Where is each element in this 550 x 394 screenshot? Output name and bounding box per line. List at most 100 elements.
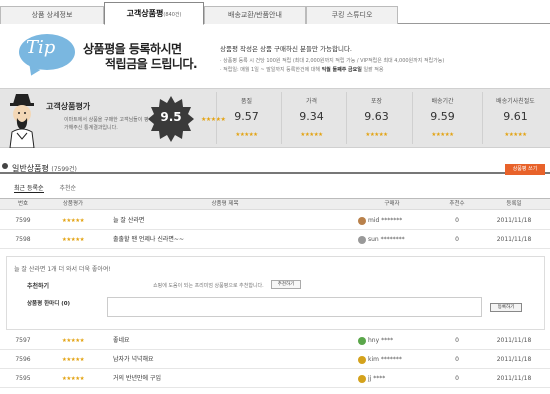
comment-input[interactable]: [107, 297, 482, 317]
bullet-icon: [2, 163, 8, 169]
recommend-button[interactable]: 추천하기: [271, 280, 301, 289]
tab-label: 고객상품평: [126, 9, 164, 18]
row-title-link[interactable]: 늘 잘 산라면: [100, 212, 350, 229]
headline-line-2: 적립금을 드립니다.: [105, 57, 198, 71]
metric-value: 9.57: [234, 110, 259, 123]
review-body: 늘 잘 산라면 1개 더 와서 더욱 좋아여!: [14, 266, 111, 273]
metric-label: 배송기간: [431, 98, 454, 105]
tab-bar: 상품 상세정보 고객상품평(840건) 배송교환/반품안내 쿠킹 스튜디오: [0, 2, 550, 25]
tab-shipping-returns[interactable]: 배송교환/반품안내: [204, 6, 306, 24]
notice-item: · 상품평 등록 시 건당 100원 적립 (최대 2,000원까지 적립 가능…: [220, 58, 445, 64]
row-buyer: kim *******: [350, 351, 434, 368]
metric-value: 9.59: [430, 110, 455, 123]
tab-reviews[interactable]: 고객상품평(840건): [104, 2, 204, 25]
row-recommends: 0: [455, 236, 459, 243]
metric-label: 배송기사친절도: [496, 98, 535, 105]
row-recommends: 0: [455, 375, 459, 382]
row-buyer: mid *******: [350, 212, 434, 229]
row-date: 2011/11/18: [496, 217, 532, 224]
write-review-button[interactable]: 상품평 쓰기: [505, 164, 545, 175]
row-number: 7595: [15, 375, 31, 382]
row-number: 7599: [15, 217, 31, 224]
row-stars: ★★★★★: [61, 357, 85, 363]
rating-title: 고객상품평가: [46, 102, 91, 111]
row-title-link[interactable]: 출출할 땐 언제나 신라면~~: [100, 231, 350, 248]
row-buyer: hny ****: [350, 332, 434, 349]
row-title-link[interactable]: 남자가 넉넉해요: [100, 351, 350, 368]
metric-label: 가격: [305, 98, 318, 105]
notice-list: · 상품평 등록 시 건당 100원 적립 (최대 2,000원까지 적립 가능…: [220, 57, 444, 75]
sort-tabs: 최근 등록순 추천순: [14, 183, 90, 193]
col-buyer: 구매자: [384, 201, 400, 207]
section-title: 일반상품평 (7599건): [12, 164, 77, 173]
row-recommends: 0: [455, 356, 459, 363]
col-recommends: 추천수: [449, 201, 465, 207]
rating-description: 이마트에서 상품을 구매한 고객님들이 평가해주신 통계결과입니다.: [64, 117, 149, 131]
banner-headline: 상품평을 등록하시면 적립금을 드립니다.: [83, 42, 198, 72]
metric-value: 9.34: [299, 110, 324, 123]
metric-packaging: 포장 9.63 ★★★★★: [346, 92, 406, 144]
row-date: 2011/11/18: [496, 236, 532, 243]
table-row[interactable]: 7597 ★★★★★ 좋네요 hny **** 0 2011/11/18: [0, 332, 550, 350]
member-grade-icon: [358, 355, 366, 364]
tab-label: 배송교환/반품안내: [228, 11, 282, 19]
table-header: 번호 상품평가 상품평 제목 구매자 추천수 등록일: [0, 198, 550, 210]
recommend-text: 쇼핑에 도움이 되는 프리미엄 상품평으로 추천합니다.: [153, 283, 264, 289]
row-recommends: 0: [455, 217, 459, 224]
headline-line-1: 상품평을 등록하시면: [83, 42, 182, 56]
section-header: [0, 160, 550, 174]
tab-count: (840건): [163, 12, 182, 18]
row-buyer: jj ****: [350, 370, 434, 387]
row-title-link[interactable]: 거의 반년만에 구입: [100, 370, 350, 387]
metric-price: 가격 9.34 ★★★★★: [281, 92, 341, 144]
col-rating: 상품평가: [62, 201, 84, 207]
mascot-icon: [9, 94, 35, 148]
tip-label: Tip: [26, 37, 56, 58]
table-row[interactable]: 7599 ★★★★★ 늘 잘 산라면 mid ******* 0 2011/11…: [0, 212, 550, 230]
metric-delivery-time: 배송기간 9.59 ★★★★★: [412, 92, 472, 144]
table-row[interactable]: 7598 ★★★★★ 출출할 땐 언제나 신라면~~ sun ******** …: [0, 231, 550, 249]
metric-stars: ★★★★★: [504, 132, 527, 138]
member-grade-icon: [358, 235, 366, 244]
metric-label: 품질: [240, 98, 253, 105]
row-number: 7596: [15, 356, 31, 363]
sort-recommend[interactable]: 추천순: [59, 185, 76, 192]
row-recommends: 0: [455, 337, 459, 344]
member-grade-icon: [358, 374, 366, 383]
metric-value: 9.63: [364, 110, 389, 123]
row-number: 7597: [15, 337, 31, 344]
row-date: 2011/11/18: [496, 375, 532, 382]
metric-quality: 품질 9.57 ★★★★★: [216, 92, 276, 144]
overall-score: 9.5: [160, 110, 182, 124]
row-date: 2011/11/18: [496, 356, 532, 363]
sort-recent[interactable]: 최근 등록순: [14, 185, 44, 193]
metric-stars: ★★★★★: [365, 132, 388, 138]
comment-label: 상품평 한마디 (0): [27, 301, 71, 307]
member-grade-icon: [358, 336, 366, 345]
tab-label: 쿠킹 스튜디오: [331, 11, 373, 19]
col-date: 등록일: [506, 201, 522, 207]
metric-stars: ★★★★★: [431, 132, 454, 138]
row-date: 2011/11/18: [496, 337, 532, 344]
notice-item: · 적립일: 매월 1일 ~ 말일까지 등록한건에 대해 익월 둘째주 금요일 …: [220, 67, 384, 73]
row-stars: ★★★★★: [61, 218, 85, 224]
row-stars: ★★★★★: [61, 338, 85, 344]
row-stars: ★★★★★: [61, 237, 85, 243]
recommend-label: 추천하기: [27, 283, 50, 290]
metric-stars: ★★★★★: [300, 132, 323, 138]
tab-cooking-studio[interactable]: 쿠킹 스튜디오: [306, 6, 398, 24]
col-title: 상품평 제목: [211, 201, 239, 207]
row-buyer: sun ********: [350, 231, 434, 248]
metric-value: 9.61: [503, 110, 528, 123]
row-title-link[interactable]: 좋네요: [100, 332, 350, 349]
metric-driver-kindness: 배송기사친절도 9.61 ★★★★★: [482, 92, 548, 144]
row-stars: ★★★★★: [61, 376, 85, 382]
tab-product-details[interactable]: 상품 상세정보: [0, 6, 104, 24]
notice-title: 상품평 작성은 상품 구매하신 분들만 가능합니다.: [220, 45, 352, 53]
table-row[interactable]: 7596 ★★★★★ 남자가 넉넉해요 kim ******* 0 2011/1…: [0, 351, 550, 369]
row-number: 7598: [15, 236, 31, 243]
tab-label: 상품 상세정보: [31, 11, 73, 19]
comment-submit-button[interactable]: 등록하기: [490, 303, 522, 312]
table-row[interactable]: 7595 ★★★★★ 거의 반년만에 구입 jj **** 0 2011/11/…: [0, 370, 550, 388]
col-number: 번호: [17, 201, 29, 207]
